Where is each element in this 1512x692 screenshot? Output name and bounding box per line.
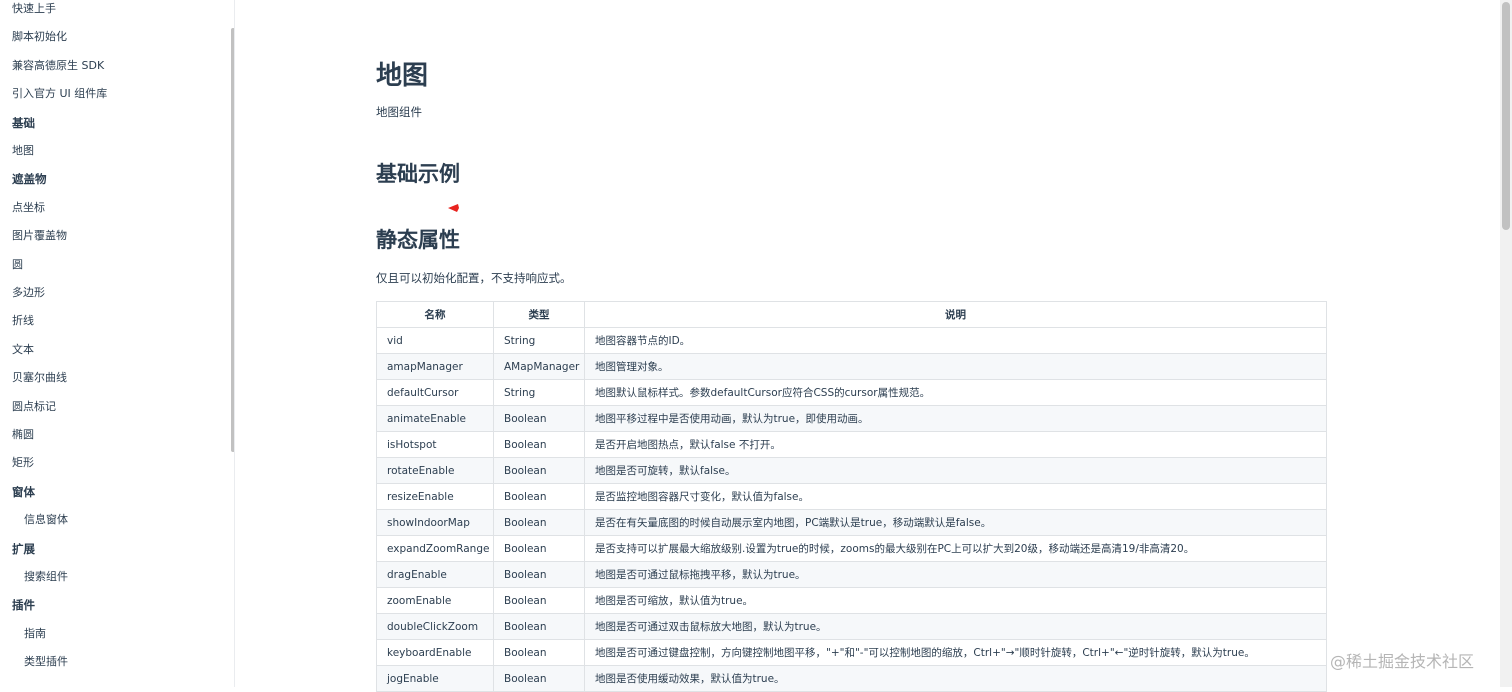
- table-row: defaultCursor String 地图默认鼠标样式。参数defaultCur…: [376, 379, 1327, 406]
- sidebar-item[interactable]: 矩形: [12, 456, 34, 470]
- table-row: vid String 地图容器节点的ID。: [376, 327, 1327, 354]
- table-row: jogEnable Boolean 地图是否使用缓动效果，默认值为true。: [376, 665, 1327, 692]
- cell-description: 是否开启地图热点，默认false 不打开。: [584, 431, 1327, 458]
- cell-type: Boolean: [493, 405, 585, 432]
- sidebar-item[interactable]: 搜索组件: [24, 570, 68, 584]
- cell-description: 是否支持可以扩展最大缩放级别.设置为true的时候，zooms的最大级别在PC上…: [584, 535, 1327, 562]
- sidebar-item[interactable]: 类型插件: [24, 655, 68, 669]
- sidebar-item[interactable]: 信息窗体: [24, 513, 68, 527]
- watermark: @稀土掘金技术社区: [1330, 652, 1475, 671]
- cell-name: expandZoomRange: [376, 535, 494, 562]
- sidebar-item[interactable]: 兼容高德原生 SDK: [12, 59, 104, 73]
- cell-type: Boolean: [493, 613, 585, 640]
- page-scrollbar[interactable]: [1500, 0, 1512, 687]
- cell-description: 地图是否可通过鼠标拖拽平移，默认为true。: [584, 561, 1327, 588]
- cell-type: Boolean: [493, 639, 585, 666]
- cell-description: 地图平移过程中是否使用动画，默认为true，即使用动画。: [584, 405, 1327, 432]
- sidebar-item[interactable]: 指南: [24, 627, 46, 641]
- sidebar-group-heading: 遮盖物: [12, 172, 47, 187]
- table-row: resizeEnable Boolean 是否监控地图容器尺寸变化，默认值为fals…: [376, 483, 1327, 510]
- cell-description: 是否监控地图容器尺寸变化，默认值为false。: [584, 483, 1327, 510]
- sidebar-item[interactable]: 多边形: [12, 286, 45, 300]
- table-header-row: 名称 类型 说明: [376, 301, 1327, 328]
- table-row: isHotspot Boolean 是否开启地图热点，默认false 不打开。: [376, 431, 1327, 458]
- cell-description: 是否在有矢量底图的时候自动展示室内地图，PC端默认是true，移动端默认是fal…: [584, 509, 1327, 536]
- cell-description: 地图是否可缩放，默认值为true。: [584, 587, 1327, 614]
- sidebar-item[interactable]: 圆: [12, 258, 23, 272]
- cell-description: 地图是否使用缓动效果，默认值为true。: [584, 665, 1327, 692]
- cell-name: showIndoorMap: [376, 509, 494, 536]
- cell-description: 地图容器节点的ID。: [584, 327, 1327, 354]
- cell-name: rotateEnable: [376, 457, 494, 484]
- sidebar-scrollbar[interactable]: [231, 28, 234, 452]
- cell-name: amapManager: [376, 353, 494, 380]
- sidebar-item[interactable]: 脚本初始化: [12, 30, 67, 44]
- column-header-description: 说明: [584, 301, 1327, 328]
- cell-type: Boolean: [493, 509, 585, 536]
- sidebar-group-heading: 插件: [12, 598, 35, 613]
- cell-name: zoomEnable: [376, 587, 494, 614]
- section-description: 仅且可以初始化配置，不支持响应式。: [376, 271, 572, 285]
- table-row: doubleClickZoom Boolean 地图是否可通过双击鼠标放大地图，默认…: [376, 613, 1327, 640]
- cell-type: Boolean: [493, 457, 585, 484]
- cell-type: Boolean: [493, 587, 585, 614]
- section-heading-basic-example: 基础示例: [376, 162, 460, 186]
- sidebar-item[interactable]: 图片覆盖物: [12, 229, 67, 243]
- sidebar-item[interactable]: 快速上手: [12, 2, 56, 16]
- cell-type: Boolean: [493, 561, 585, 588]
- cell-description: 地图默认鼠标样式。参数defaultCursor应符合CSS的cursor属性规…: [584, 379, 1327, 406]
- cell-type: String: [493, 327, 585, 354]
- page-scrollbar-thumb[interactable]: [1502, 2, 1510, 230]
- table-row: showIndoorMap Boolean 是否在有矢量底图的时候自动展示室内地图，…: [376, 509, 1327, 536]
- sidebar: 快速上手脚本初始化兼容高德原生 SDK 引入官方 UI 组件库 基础地图遮盖物点坐标…: [0, 0, 235, 687]
- page-description: 地图组件: [376, 105, 422, 119]
- sidebar-item[interactable]: 椭圆: [12, 428, 34, 442]
- sidebar-group-heading: 窗体: [12, 484, 35, 499]
- section-heading-static-props: 静态属性: [376, 228, 460, 252]
- page-title: 地图: [376, 61, 429, 91]
- cell-description: 地图管理对象。: [584, 353, 1327, 380]
- table-row: expandZoomRange Boolean 是否支持可以扩展最大缩放级别.设置为…: [376, 535, 1327, 562]
- cell-name: vid: [376, 327, 494, 354]
- table-row: keyboardEnable Boolean 地图是否可通过键盘控制，方向键控制地图…: [376, 639, 1327, 666]
- cell-description: 地图是否可通过双击鼠标放大地图，默认为true。: [584, 613, 1327, 640]
- column-header-type: 类型: [493, 301, 585, 328]
- cell-type: Boolean: [493, 665, 585, 692]
- props-table: 名称 类型 说明 vid String 地图容器节点的ID。 amapManager A…: [376, 301, 1327, 692]
- table-row: amapManager AMapManager 地图管理对象。: [376, 353, 1327, 380]
- sidebar-item[interactable]: 折线: [12, 314, 34, 328]
- cell-type: String: [493, 379, 585, 406]
- table-row: zoomEnable Boolean 地图是否可缩放，默认值为true。: [376, 587, 1327, 614]
- cell-name: defaultCursor: [376, 379, 494, 406]
- sidebar-item[interactable]: 引入官方 UI 组件库: [12, 87, 107, 101]
- table-row: rotateEnable Boolean 地图是否可旋转，默认false。: [376, 457, 1327, 484]
- arrow-shape: [448, 204, 628, 218]
- cell-type: Boolean: [493, 483, 585, 510]
- sidebar-item[interactable]: 圆点标记: [12, 400, 56, 414]
- red-arrow-annotation: [448, 204, 628, 218]
- column-header-name: 名称: [376, 301, 494, 328]
- table-row: dragEnable Boolean 地图是否可通过鼠标拖拽平移，默认为true。: [376, 561, 1327, 588]
- cell-description: 地图是否可旋转，默认false。: [584, 457, 1327, 484]
- cell-type: AMapManager: [493, 353, 585, 380]
- cell-name: dragEnable: [376, 561, 494, 588]
- sidebar-item[interactable]: 地图: [12, 144, 34, 158]
- sidebar-group-heading: 基础: [12, 115, 35, 130]
- cell-name: doubleClickZoom: [376, 613, 494, 640]
- cell-name: isHotspot: [376, 431, 494, 458]
- cell-description: 地图是否可通过键盘控制，方向键控制地图平移，"+"和"-"可以控制地图的缩放，C…: [584, 639, 1327, 666]
- sidebar-item[interactable]: 点坐标: [12, 201, 45, 215]
- cell-name: keyboardEnable: [376, 639, 494, 666]
- cell-name: animateEnable: [376, 405, 494, 432]
- cell-type: Boolean: [493, 431, 585, 458]
- sidebar-item[interactable]: 文本: [12, 343, 34, 357]
- cell-name: jogEnable: [376, 665, 494, 692]
- cell-type: Boolean: [493, 535, 585, 562]
- cell-name: resizeEnable: [376, 483, 494, 510]
- table-row: animateEnable Boolean 地图平移过程中是否使用动画，默认为tru…: [376, 405, 1327, 432]
- sidebar-item[interactable]: 贝塞尔曲线: [12, 371, 67, 385]
- sidebar-group-heading: 扩展: [12, 541, 35, 556]
